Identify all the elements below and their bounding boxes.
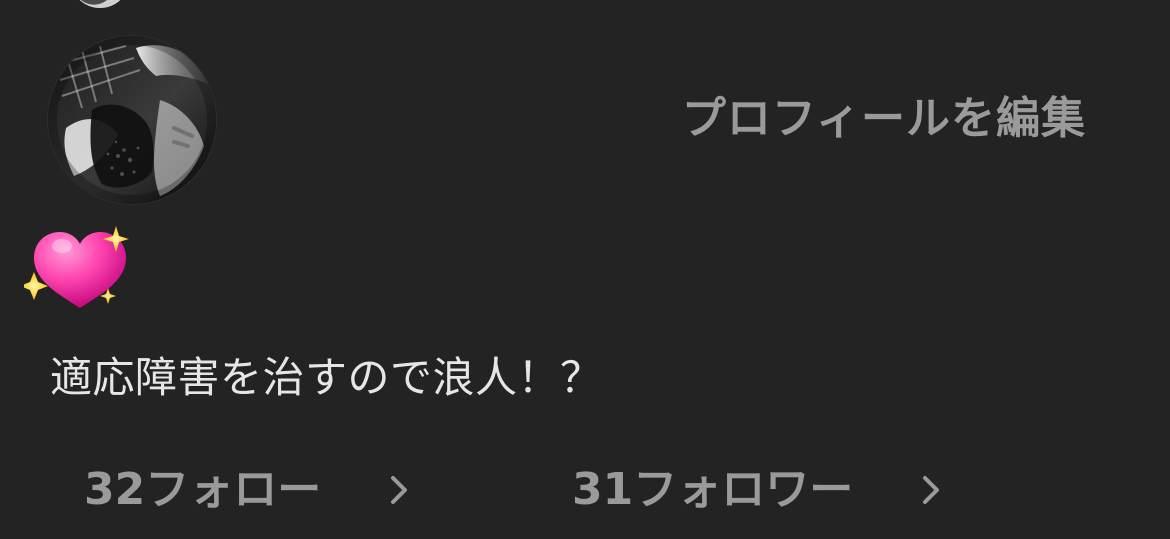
edit-profile-button[interactable]: プロフィールを編集 <box>682 82 1086 146</box>
followers-label: フォロワー <box>633 464 854 515</box>
chevron-right-icon <box>391 476 408 504</box>
avatar-image <box>48 36 216 204</box>
chevron-right-icon <box>923 476 940 504</box>
following-link[interactable]: 32 フォロー <box>84 468 419 512</box>
previous-avatar-fragment <box>70 0 130 8</box>
followers-count: 31 <box>572 464 634 515</box>
bio-text: 適応障害を治すので浪人！？ <box>50 353 603 402</box>
follow-stats: 32 フォロー 31 フォロワー <box>84 468 1084 528</box>
following-label: フォロー <box>145 464 322 515</box>
bio-emoji <box>24 224 136 316</box>
sparkling-heart-icon <box>24 226 129 308</box>
avatar[interactable] <box>48 36 216 204</box>
followers-link[interactable]: 31 フォロワー <box>572 468 951 512</box>
following-count: 32 <box>84 464 146 515</box>
